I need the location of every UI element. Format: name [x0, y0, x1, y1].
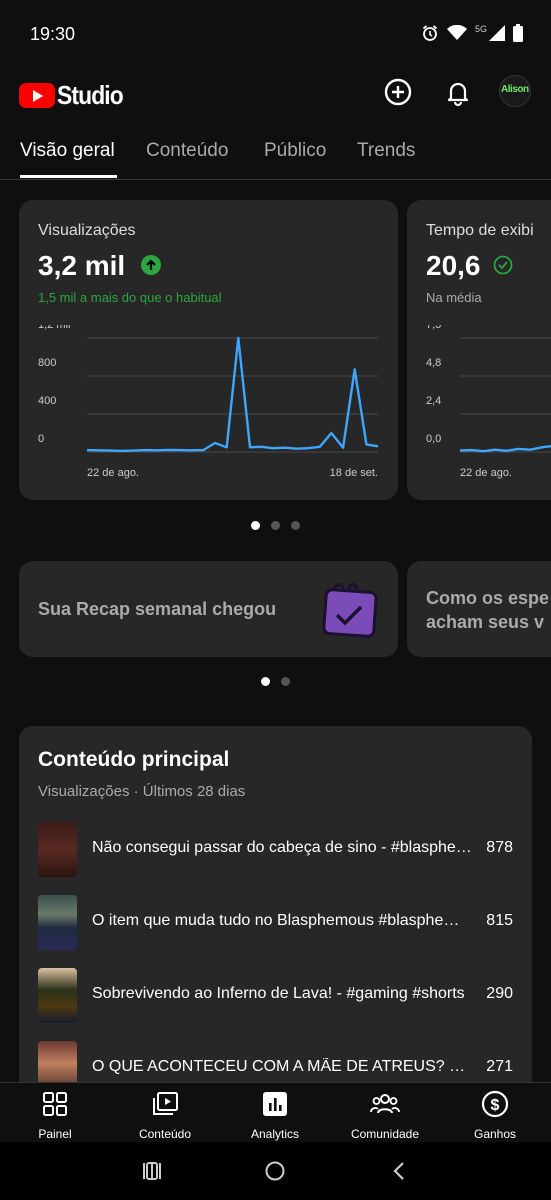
home-icon[interactable]	[264, 1160, 286, 1182]
create-icon[interactable]	[382, 76, 414, 108]
y-tick-label: 4,8	[426, 357, 441, 369]
metric-note: Na média	[426, 290, 482, 305]
chart-series-line	[86, 336, 379, 453]
metric-label: Visualizações	[38, 222, 136, 239]
audience-insights-card[interactable]: Como os espe acham seus v	[407, 561, 551, 657]
active-tab-indicator	[20, 175, 117, 178]
recap-title: Sua Recap semanal chegou	[38, 599, 277, 619]
content-icon	[153, 1092, 178, 1115]
tab-overview[interactable]: Visão geral	[20, 140, 115, 162]
tab-trends[interactable]: Trends	[357, 140, 415, 162]
check-circle-icon	[493, 255, 513, 275]
wifi-icon	[446, 25, 467, 40]
y-tick-label: 2,4	[426, 395, 441, 407]
y-tick-label: 0,0	[426, 433, 441, 445]
y-tick-label: 1,2 mil	[38, 325, 70, 331]
metric-carousel-indicator	[251, 521, 300, 530]
network-type: 5G	[474, 24, 487, 34]
community-icon	[370, 1094, 400, 1114]
status-bar: 19:30 5G	[0, 0, 551, 70]
nav-content[interactable]: Conteúdo	[115, 1089, 215, 1141]
analytics-icon	[263, 1092, 287, 1116]
arrow-up-icon	[141, 255, 161, 275]
metric-value: 3,2 mil	[38, 250, 126, 281]
y-tick-label: 0	[38, 433, 44, 445]
recent-apps-icon[interactable]	[141, 1160, 163, 1182]
metric-card-views[interactable]: Visualizações 3,2 mil 1,5 mil a mais do …	[19, 200, 398, 500]
avatar[interactable]: Alison	[499, 75, 531, 107]
signal-icon	[489, 25, 505, 41]
section-title: Conteúdo principal	[38, 748, 230, 771]
video-thumbnail	[38, 968, 77, 1023]
y-tick-label: 7,3	[426, 325, 441, 331]
status-time: 19:30	[30, 24, 76, 44]
x-tick-label: 18 de set.	[330, 467, 378, 479]
y-tick-label: 800	[38, 357, 56, 369]
system-navigation-bar	[0, 1142, 551, 1200]
app-header: Studio Alison	[0, 70, 551, 118]
list-item[interactable]: O item que muda tudo no Blasphemous #bla…	[38, 895, 513, 950]
tab-content[interactable]: Conteúdo	[146, 140, 228, 162]
tab-audience[interactable]: Público	[264, 140, 326, 162]
list-item[interactable]: Não consegui passar do cabeça de sino - …	[38, 822, 513, 877]
notifications-icon[interactable]	[442, 76, 474, 108]
nav-earnings[interactable]: $ Ganhos	[445, 1089, 545, 1141]
chart-series-line	[459, 444, 551, 453]
battery-icon	[513, 24, 523, 42]
svg-text:$: $	[491, 1097, 500, 1114]
earnings-icon: $	[481, 1090, 509, 1118]
recap-carousel-indicator	[261, 677, 290, 686]
calendar-check-icon	[322, 583, 378, 638]
top-content-card: Conteúdo principal Visualizações · Últim…	[19, 726, 532, 1126]
metric-value: 20,6	[426, 250, 481, 281]
x-tick-label: 22 de ago.	[460, 467, 512, 479]
metric-label: Tempo de exibi	[426, 222, 534, 239]
nav-dashboard[interactable]: Painel	[5, 1089, 105, 1141]
weekly-recap-card[interactable]: Sua Recap semanal chegou	[19, 561, 398, 657]
metric-note: 1,5 mil a mais do que o habitual	[38, 290, 222, 305]
list-item[interactable]: Sobrevivendo ao Inferno de Lava! - #gami…	[38, 968, 513, 1023]
video-thumbnail	[38, 895, 77, 950]
youtube-studio-logo[interactable]: Studio	[19, 80, 132, 111]
nav-analytics[interactable]: Analytics	[225, 1089, 325, 1141]
section-subtitle: Visualizações · Últimos 28 dias	[38, 783, 246, 800]
metric-card-watch-time[interactable]: Tempo de exibi 20,6 Na média 7,3 4,8 2,4 0,…	[407, 200, 551, 500]
nav-community[interactable]: Comunidade	[335, 1089, 435, 1141]
x-tick-label: 22 de ago.	[87, 467, 139, 479]
youtube-logo-icon	[19, 83, 55, 108]
views-chart: 1,2 mil 800 400 0 22 de ago. 18 de set.	[38, 325, 379, 479]
watch-time-chart: 7,3 4,8 2,4 0,0 22 de ago.	[426, 325, 551, 479]
tab-bar: Visão geral Conteúdo Público Trends	[0, 136, 551, 180]
back-icon[interactable]	[389, 1160, 411, 1182]
y-tick-label: 400	[38, 395, 56, 407]
dashboard-icon	[43, 1092, 67, 1116]
bottom-navigation: Painel Conteúdo Analytics Comunidade $ G…	[0, 1082, 551, 1142]
alarm-icon	[422, 25, 438, 41]
video-thumbnail	[38, 822, 77, 877]
